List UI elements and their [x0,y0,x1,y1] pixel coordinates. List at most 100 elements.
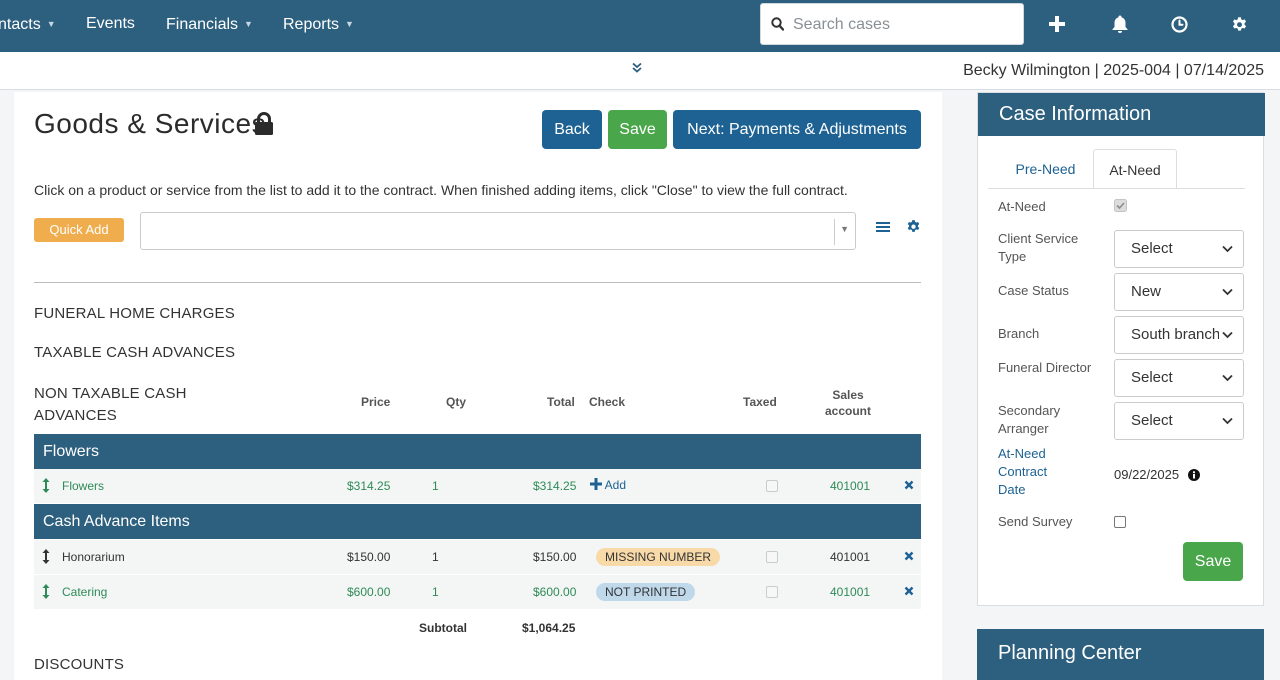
nav-item-reports[interactable]: Reports ▼ [283,0,354,52]
drag-handle-icon[interactable] [42,478,50,493]
table-row[interactable]: Honorarium $150.00 1 $150.00 MISSING NUM… [34,540,921,574]
chevron-down-icon [1222,245,1233,253]
caret-down-icon: ▼ [840,224,849,234]
drag-handle-icon[interactable] [42,549,50,564]
row-price: $314.25 [347,479,391,493]
subtotal-value: $1,064.25 [522,621,576,635]
branch-select[interactable]: South branch [1114,316,1244,354]
column-header-line: account [824,404,871,418]
chevron-down-icon [1222,374,1233,382]
section-discounts: DISCOUNTS [34,656,125,673]
remove-icon[interactable] [904,480,914,490]
chevron-down-icon [1222,417,1233,425]
row-name[interactable]: Honorarium [62,550,125,564]
nav-item-events[interactable]: Events [86,0,135,52]
plus-icon [590,478,602,490]
row-qty: 1 [432,479,439,493]
search-input[interactable] [793,12,1013,38]
column-header-sales-account: Sales account [823,387,873,419]
page-title: Goods & Services [34,108,267,139]
divider [34,282,921,283]
tab-divider [988,188,1245,189]
row-qty: 1 [432,550,439,564]
case-status-label: Case Status [998,283,1069,298]
column-header-qty: Qty [446,395,467,409]
plus-icon[interactable] [1045,12,1069,36]
case-information-panel: Case Information Pre-Need At-Need At-Nee… [977,92,1265,606]
remove-icon[interactable] [904,586,914,596]
select-value: Select [1131,412,1173,429]
column-header-price: Price [361,395,391,409]
section-line: ADVANCES [34,407,118,424]
save-button[interactable]: Save [608,110,667,149]
next-payments-button[interactable]: Next: Payments & Adjustments [673,110,921,149]
quick-add-button[interactable]: Quick Add [34,218,124,242]
group-header-cash-advance-items: Cash Advance Items [34,504,921,539]
case-subheader: Becky Wilmington | 2025-004 | 07/14/2025 [0,52,1280,90]
taxed-checkbox[interactable] [766,586,778,598]
row-total: $314.25 [533,479,577,493]
taxed-checkbox[interactable] [766,480,778,492]
contract-date-label[interactable]: At-Need Contract Date [998,445,1068,499]
select-value: Select [1131,240,1173,257]
client-service-type-select[interactable]: Select [1114,230,1244,268]
caret-down-icon: ▼ [46,19,56,29]
row-sales-account: 401001 [830,479,871,493]
at-need-label: At-Need [998,199,1046,214]
search-box [760,3,1024,45]
clock-icon[interactable] [1167,12,1191,36]
nav-item-financials[interactable]: Financials ▼ [166,0,253,52]
double-chevron-down-icon[interactable] [631,62,643,74]
tab-at-need[interactable]: At-Need [1093,149,1177,189]
remove-icon[interactable] [904,551,914,561]
row-price: $150.00 [347,550,391,564]
table-row[interactable]: Catering $600.00 1 $600.00 NOT PRINTED 4… [34,575,921,609]
row-sales-account: 401001 [830,550,871,564]
secondary-arranger-label: Secondary Arranger [998,403,1061,436]
at-need-checkbox[interactable] [1114,199,1127,212]
info-icon[interactable] [1188,469,1200,481]
back-button[interactable]: Back [542,110,602,149]
row-price: $600.00 [347,585,391,599]
caret-down-icon: ▼ [345,19,354,29]
select-value: South branch [1131,326,1219,343]
gear-icon[interactable] [1227,12,1251,36]
case-information-title: Case Information [978,93,1265,136]
case-info-save-button[interactable]: Save [1183,542,1243,581]
bell-icon[interactable] [1108,12,1132,36]
list-icon[interactable] [876,220,890,234]
lock-icon [255,112,273,135]
planning-center-header[interactable]: Planning Center [977,629,1264,680]
case-status-select[interactable]: New [1114,273,1244,311]
funeral-director-select[interactable]: Select [1114,359,1244,397]
add-check-link[interactable]: Add [590,478,626,492]
nav-item-label: Events [86,15,135,32]
drag-handle-icon[interactable] [42,584,50,599]
add-label: Add [604,478,627,492]
client-service-type-label: Client Service Type [998,231,1079,264]
nav-item-label: Reports [283,16,340,33]
secondary-arranger-select[interactable]: Select [1114,402,1244,440]
chevron-down-icon [1222,288,1233,296]
column-header-line: Sales [832,388,864,402]
product-select[interactable]: ▼ [140,212,856,250]
row-name[interactable]: Flowers [62,479,104,493]
nav-item-label: ntacts [0,16,41,33]
send-survey-checkbox[interactable] [1114,516,1126,528]
section-non-taxable-cash-advances: NON TAXABLE CASH ADVANCES [34,383,187,427]
gear-icon[interactable] [906,219,921,234]
table-row[interactable]: Flowers $314.25 1 $314.25 Add 401001 [34,469,921,503]
column-header-total: Total [547,395,575,409]
nav-item-contacts[interactable]: ntacts ▼ [0,0,56,52]
select-value: Select [1131,369,1173,386]
nav-item-label: Financials [166,16,239,33]
row-name[interactable]: Catering [62,585,107,599]
tab-pre-need[interactable]: Pre-Need [998,149,1093,189]
subtotal-label: Subtotal [419,621,467,635]
send-survey-label: Send Survey [998,514,1073,529]
status-badge-missing-number: MISSING NUMBER [596,548,721,566]
section-funeral-home-charges: FUNERAL HOME CHARGES [34,305,235,322]
chevron-down-icon [1222,331,1233,339]
branch-label: Branch [998,326,1040,341]
taxed-checkbox[interactable] [766,551,778,563]
